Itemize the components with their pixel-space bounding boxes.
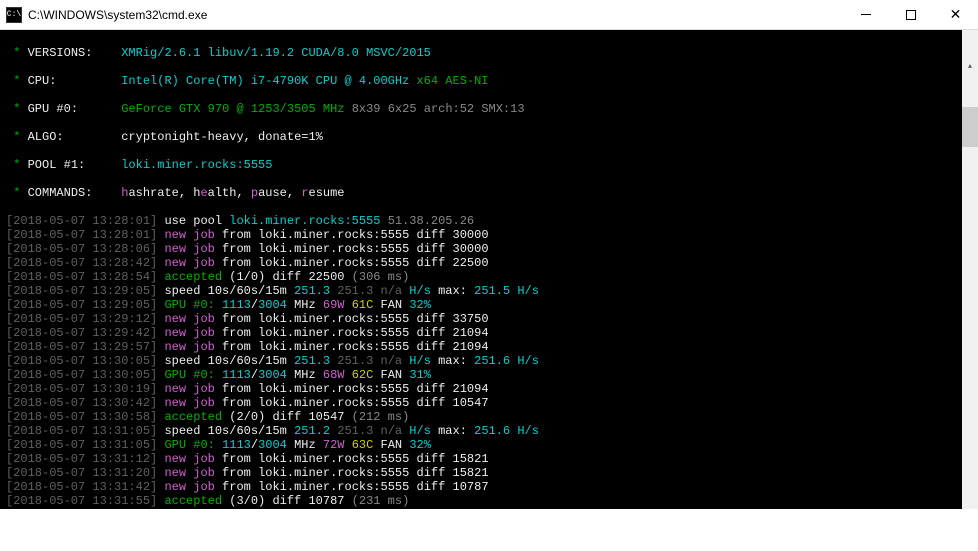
header-cpu: * CPU: Intel(R) Core(TM) i7-4790K CPU @ … [6, 74, 978, 88]
log-line: [2018-05-07 13:28:54] accepted (1/0) dif… [6, 270, 978, 284]
log-line: [2018-05-07 13:30:58] accepted (2/0) dif… [6, 410, 978, 424]
log-line: [2018-05-07 13:31:05] speed 10s/60s/15m … [6, 424, 978, 438]
log-line: [2018-05-07 13:29:05] speed 10s/60s/15m … [6, 284, 978, 298]
log-line: [2018-05-07 13:31:12] new job from loki.… [6, 452, 978, 466]
terminal-output[interactable]: * VERSIONS: XMRig/2.6.1 libuv/1.19.2 CUD… [0, 30, 978, 509]
log-line: [2018-05-07 13:28:06] new job from loki.… [6, 242, 978, 256]
log-line: [2018-05-07 13:28:01] use pool loki.mine… [6, 214, 978, 228]
header-algo: * ALGO: cryptonight-heavy, donate=1% [6, 130, 978, 144]
header-versions: * VERSIONS: XMRig/2.6.1 libuv/1.19.2 CUD… [6, 46, 978, 60]
log-line: [2018-05-07 13:30:19] new job from loki.… [6, 382, 978, 396]
header-commands: * COMMANDS: hashrate, health, pause, res… [6, 186, 978, 200]
minimize-button[interactable] [843, 0, 888, 30]
log-line: [2018-05-07 13:28:42] new job from loki.… [6, 256, 978, 270]
scrollbar-thumb[interactable] [962, 107, 978, 147]
close-icon: ✕ [950, 6, 962, 23]
log-line: [2018-05-07 13:31:42] new job from loki.… [6, 480, 978, 494]
log-line: [2018-05-07 13:31:05] GPU #0: 1113/3004 … [6, 438, 978, 452]
header-gpu: * GPU #0: GeForce GTX 970 @ 1253/3505 MH… [6, 102, 978, 116]
log-line: [2018-05-07 13:31:20] new job from loki.… [6, 466, 978, 480]
log-line: [2018-05-07 13:29:05] GPU #0: 1113/3004 … [6, 298, 978, 312]
window-title: C:\WINDOWS\system32\cmd.exe [28, 8, 843, 22]
log-line: [2018-05-07 13:29:12] new job from loki.… [6, 312, 978, 326]
cursor [6, 532, 13, 534]
close-button[interactable]: ✕ [933, 0, 978, 30]
window-icon: C:\ [6, 7, 22, 23]
log-line: [2018-05-07 13:28:01] new job from loki.… [6, 228, 978, 242]
scroll-up-icon[interactable]: ▴ [962, 58, 978, 75]
log-line: [2018-05-07 13:29:57] new job from loki.… [6, 340, 978, 354]
log-line: [2018-05-07 13:30:42] new job from loki.… [6, 396, 978, 410]
scrollbar[interactable]: ▴ [962, 30, 978, 509]
window-titlebar: C:\ C:\WINDOWS\system32\cmd.exe ✕ [0, 0, 978, 30]
maximize-button[interactable] [888, 0, 933, 30]
log-line: [2018-05-07 13:30:05] speed 10s/60s/15m … [6, 354, 978, 368]
window-controls: ✕ [843, 0, 978, 30]
log-line: [2018-05-07 13:29:42] new job from loki.… [6, 326, 978, 340]
log-line: [2018-05-07 13:31:55] accepted (3/0) dif… [6, 494, 978, 508]
log-line: [2018-05-07 13:30:05] GPU #0: 1113/3004 … [6, 368, 978, 382]
header-pool: * POOL #1: loki.miner.rocks:5555 [6, 158, 978, 172]
